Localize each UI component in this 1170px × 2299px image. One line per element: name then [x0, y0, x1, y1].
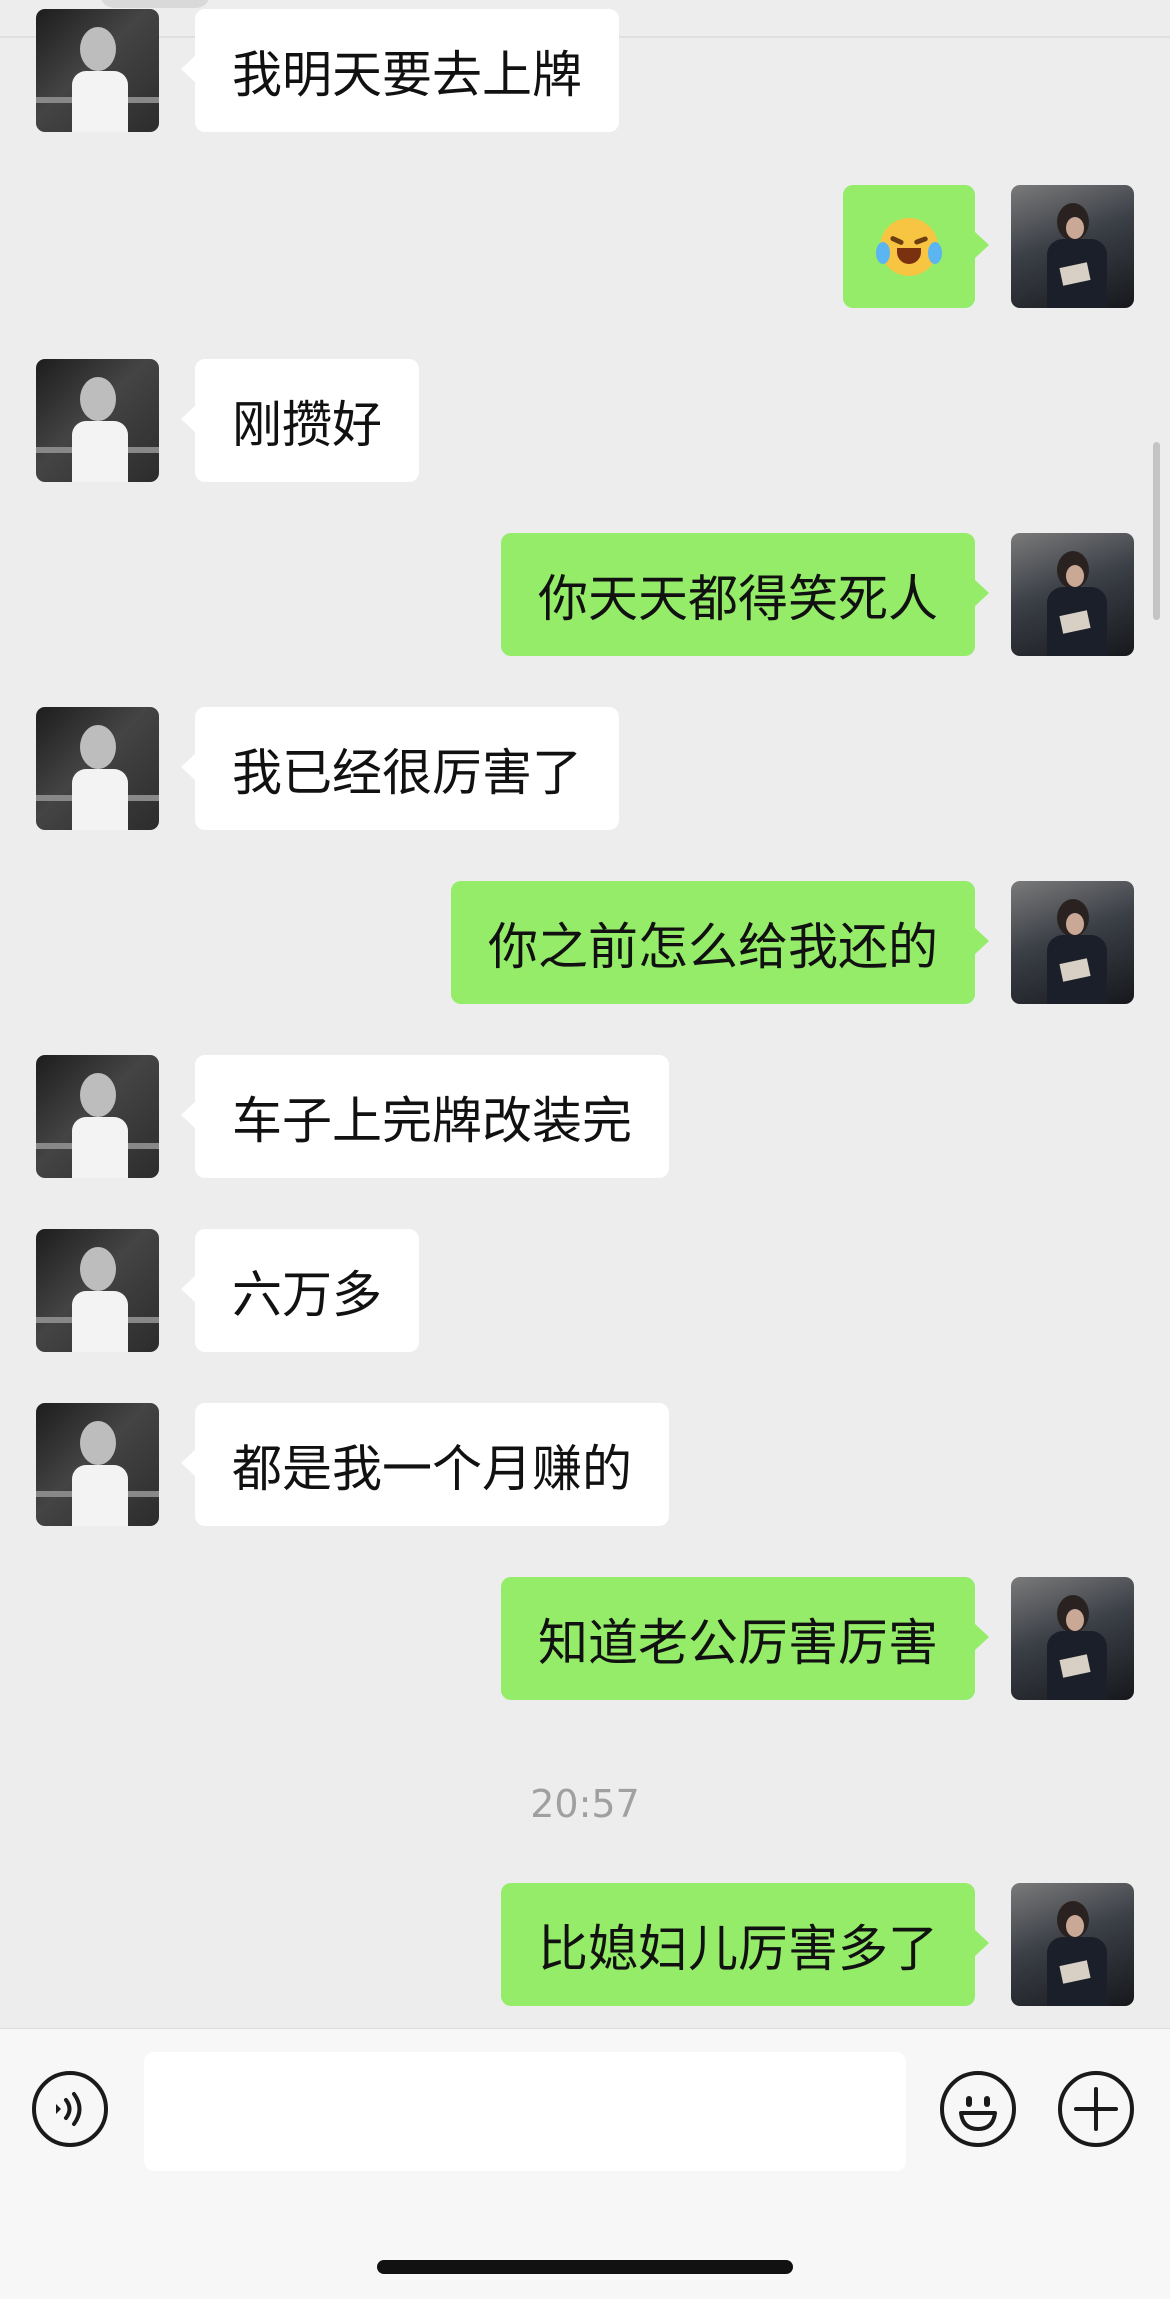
top-pill	[100, 0, 210, 8]
message-text: 比媳妇儿厉害多了	[538, 1919, 938, 1978]
contact-avatar[interactable]	[36, 1055, 159, 1178]
message-row-outgoing: 你天天都得笑死人	[0, 533, 1170, 657]
message-bubble[interactable]: 刚攒好	[181, 359, 419, 482]
message-text: 刚攒好	[232, 395, 382, 454]
contact-avatar[interactable]	[36, 1403, 159, 1526]
message-text: 我已经很厉害了	[232, 743, 582, 802]
message-bubble[interactable]: 我明天要去上牌	[181, 9, 619, 132]
message-text: 知道老公厉害厉害	[538, 1613, 938, 1672]
message-row-incoming: 车子上完牌改装完	[0, 1055, 1170, 1179]
contact-avatar[interactable]	[36, 9, 159, 132]
home-indicator[interactable]	[377, 2260, 793, 2274]
message-row-outgoing	[0, 185, 1170, 309]
message-bubble[interactable]: 六万多	[181, 1229, 419, 1352]
message-row-outgoing: 知道老公厉害厉害	[0, 1577, 1170, 1701]
voice-button[interactable]	[32, 2071, 108, 2147]
my-avatar[interactable]	[1011, 185, 1134, 308]
plus-button[interactable]	[1058, 2071, 1134, 2147]
contact-avatar[interactable]	[36, 1229, 159, 1352]
emoji-button[interactable]	[940, 2071, 1016, 2147]
message-input[interactable]	[144, 2052, 906, 2171]
chat-timestamp: 20:57	[530, 1782, 640, 1826]
message-bubble[interactable]: 比媳妇儿厉害多了	[501, 1883, 989, 2006]
message-row-outgoing: 比媳妇儿厉害多了	[0, 1883, 1170, 2007]
message-text: 六万多	[232, 1265, 382, 1324]
voice-icon	[56, 2092, 82, 2126]
message-bubble[interactable]: 你天天都得笑死人	[501, 533, 989, 656]
message-row-incoming: 刚攒好	[0, 359, 1170, 483]
message-row-incoming: 六万多	[0, 1229, 1170, 1353]
message-row-incoming: 我明天要去上牌	[0, 9, 1170, 133]
scrollbar[interactable]	[1153, 442, 1160, 620]
plus-icon	[1074, 2087, 1118, 2131]
message-row-outgoing: 你之前怎么给我还的	[0, 881, 1170, 1005]
message-bubble[interactable]: 你之前怎么给我还的	[451, 881, 989, 1004]
message-bubble[interactable]: 我已经很厉害了	[181, 707, 619, 830]
message-text: 你天天都得笑死人	[538, 569, 938, 628]
message-row-incoming: 都是我一个月赚的	[0, 1403, 1170, 1527]
message-row-incoming: 我已经很厉害了	[0, 707, 1170, 831]
message-bubble[interactable]: 知道老公厉害厉害	[501, 1577, 989, 1700]
contact-avatar[interactable]	[36, 359, 159, 482]
my-avatar[interactable]	[1011, 1577, 1134, 1700]
my-avatar[interactable]	[1011, 1883, 1134, 2006]
emoji-icon	[959, 2096, 997, 2131]
crying-laughing-emoji-icon	[876, 217, 942, 276]
message-bubble[interactable]	[843, 185, 989, 308]
message-text: 车子上完牌改装完	[232, 1091, 632, 1150]
message-text: 你之前怎么给我还的	[488, 917, 938, 976]
message-text: 都是我一个月赚的	[232, 1439, 632, 1498]
message-bubble[interactable]: 都是我一个月赚的	[181, 1403, 669, 1526]
message-text: 我明天要去上牌	[232, 45, 582, 104]
contact-avatar[interactable]	[36, 707, 159, 830]
my-avatar[interactable]	[1011, 881, 1134, 1004]
my-avatar[interactable]	[1011, 533, 1134, 656]
message-bubble[interactable]: 车子上完牌改装完	[181, 1055, 669, 1178]
